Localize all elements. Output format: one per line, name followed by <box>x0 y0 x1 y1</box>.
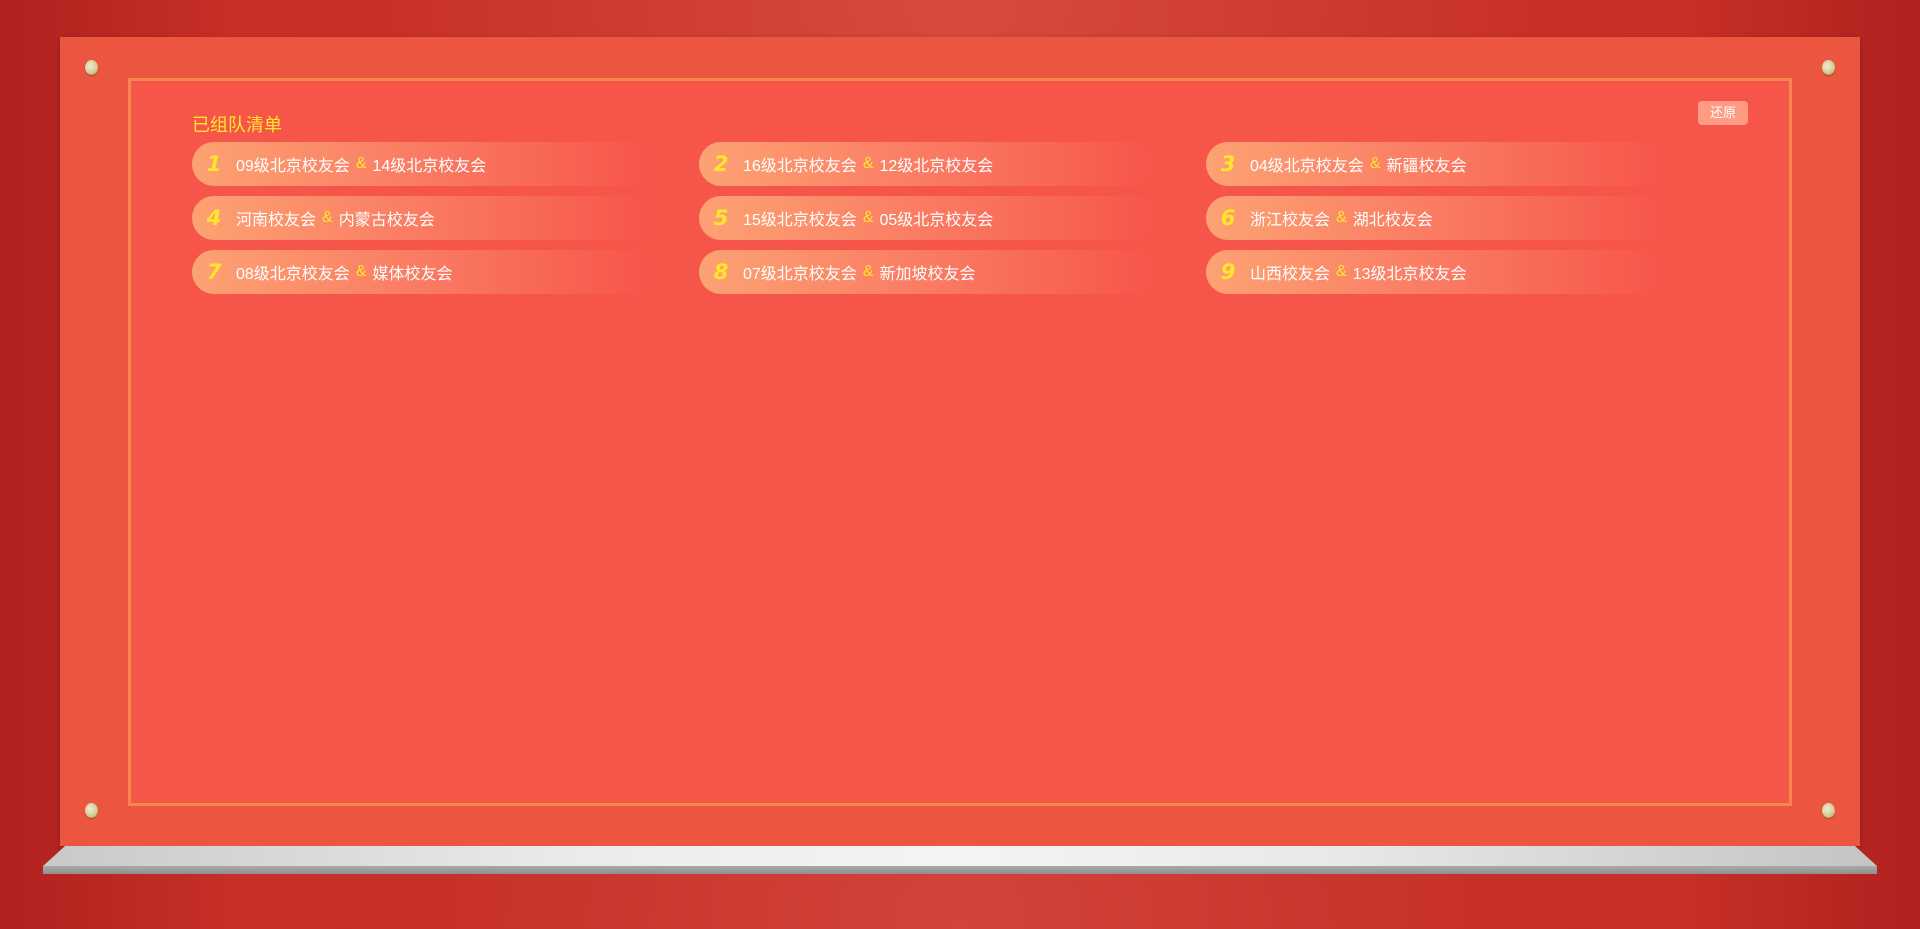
team-number: 6 <box>1220 206 1236 230</box>
team-separator: & <box>355 263 367 280</box>
team-member-b: 05级北京校友会 <box>879 212 994 229</box>
bolt-top-right-icon <box>1822 60 1835 75</box>
team-member-a: 16级北京校友会 <box>743 158 857 175</box>
shelf-front <box>43 866 1877 874</box>
board-shelf <box>43 846 1877 874</box>
team-member-a: 山西校友会 <box>1250 266 1331 283</box>
team-member-a: 浙江校友会 <box>1250 212 1331 229</box>
team-member-b: 新疆校友会 <box>1386 158 1467 175</box>
bolt-bottom-left-icon <box>85 803 98 818</box>
team-separator: & <box>862 209 874 226</box>
bolt-bottom-right-icon <box>1822 803 1835 818</box>
team-item[interactable]: 4 河南校友会 & 内蒙古校友会 <box>192 196 652 240</box>
team-member-b: 12级北京校友会 <box>879 158 994 175</box>
team-number: 4 <box>206 206 222 230</box>
team-separator: & <box>322 209 333 226</box>
team-item[interactable]: 6 浙江校友会 & 湖北校友会 <box>1206 196 1666 240</box>
team-member-a: 09级北京校友会 <box>236 158 350 175</box>
team-separator: & <box>1336 209 1347 226</box>
team-item[interactable]: 5 15级北京校友会 & 05级北京校友会 <box>699 196 1159 240</box>
team-member-a: 河南校友会 <box>236 212 317 229</box>
team-member-a: 04级北京校友会 <box>1250 158 1364 175</box>
team-number: 7 <box>206 260 222 284</box>
team-number: 1 <box>206 152 222 176</box>
team-member-b: 媒体校友会 <box>372 266 453 283</box>
team-member-a: 15级北京校友会 <box>743 212 857 229</box>
team-separator: & <box>1336 263 1347 280</box>
team-item[interactable]: 2 16级北京校友会 & 12级北京校友会 <box>699 142 1159 186</box>
team-member-b: 新加坡校友会 <box>879 266 976 283</box>
team-member-b: 内蒙古校友会 <box>338 212 435 229</box>
team-separator: & <box>1369 155 1381 172</box>
team-number: 8 <box>713 260 729 284</box>
team-list-title: 已组队清单 <box>192 115 282 135</box>
team-member-a: 08级北京校友会 <box>236 266 350 283</box>
team-separator: & <box>355 155 367 172</box>
team-item[interactable]: 3 04级北京校友会 & 新疆校友会 <box>1206 142 1666 186</box>
team-number: 2 <box>713 152 729 176</box>
team-separator: & <box>862 263 874 280</box>
team-list: 1 09级北京校友会 & 14级北京校友会 2 16级北京校友会 & 12级北京… <box>192 142 1666 294</box>
bolt-top-left-icon <box>85 60 98 75</box>
team-member-b: 13级北京校友会 <box>1352 266 1467 283</box>
team-item[interactable]: 7 08级北京校友会 & 媒体校友会 <box>192 250 652 294</box>
restore-button[interactable]: 还原 <box>1698 101 1748 125</box>
team-number: 9 <box>1220 260 1236 284</box>
team-separator: & <box>862 155 874 172</box>
team-item[interactable]: 1 09级北京校友会 & 14级北京校友会 <box>192 142 652 186</box>
team-item[interactable]: 9 山西校友会 & 13级北京校友会 <box>1206 250 1666 294</box>
team-member-a: 07级北京校友会 <box>743 266 857 283</box>
shelf-top <box>43 846 1877 866</box>
team-number: 3 <box>1220 152 1236 176</box>
team-member-b: 14级北京校友会 <box>372 158 487 175</box>
team-member-b: 湖北校友会 <box>1352 212 1433 229</box>
team-item[interactable]: 8 07级北京校友会 & 新加坡校友会 <box>699 250 1159 294</box>
team-number: 5 <box>713 206 729 230</box>
